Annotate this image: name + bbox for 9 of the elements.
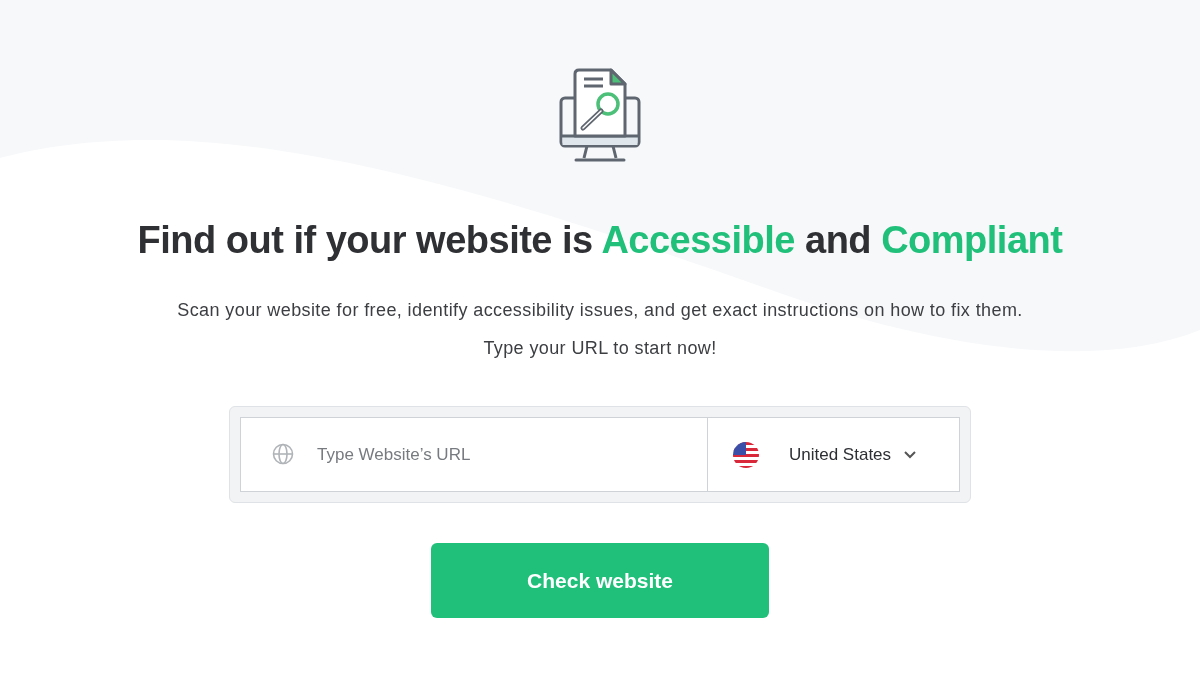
chevron-down-icon (904, 450, 917, 459)
heading: Find out if your website is Accessible and Compliant (137, 218, 1063, 263)
country-select[interactable]: United States (707, 417, 960, 492)
url-input-field[interactable]: Type Website’s URL (240, 417, 707, 492)
description: Scan your website for free, identify accessibility issues, and get exact instructions on how to fix them. Type your URL to start now! (176, 299, 1024, 360)
document-search-monitor-icon (559, 68, 641, 164)
country-value: United States (789, 443, 892, 466)
globe-icon (272, 443, 294, 465)
flag-icon (733, 441, 759, 468)
